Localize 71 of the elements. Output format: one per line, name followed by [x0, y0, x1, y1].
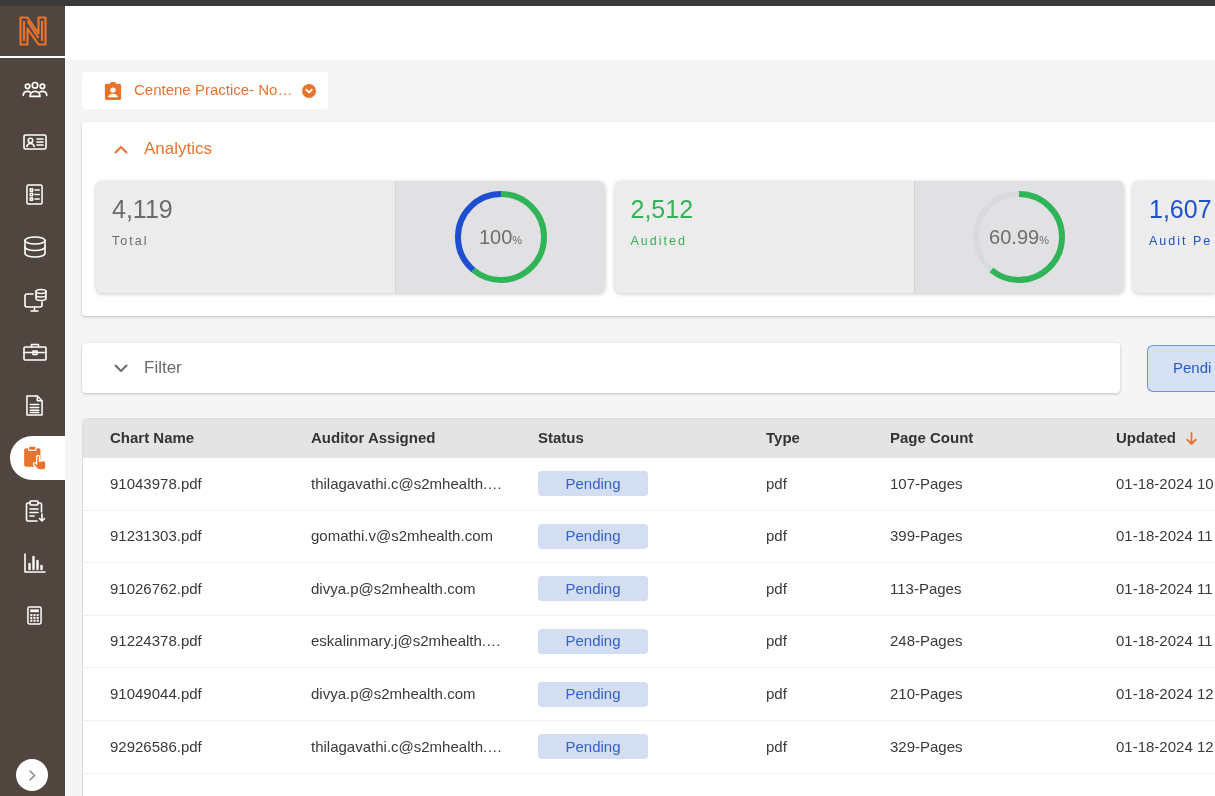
stat-value: 4,119 [112, 194, 173, 224]
column-header[interactable]: Updated [1116, 427, 1197, 450]
table-cell-text: 01-18-2024 11 [1116, 526, 1213, 547]
column-header[interactable]: Type [766, 427, 800, 450]
table-cell-text: 399-Pages [890, 526, 963, 547]
table-cell-text: 01-18-2024 10 [1116, 473, 1214, 494]
bar-chart-icon [23, 553, 46, 574]
column-header[interactable]: Page Count [890, 427, 974, 450]
column-header[interactable]: Chart Name [110, 427, 195, 450]
status-badge: Pending [538, 471, 648, 497]
database-icon [23, 236, 46, 259]
id-card-icon [22, 133, 47, 150]
chevron-up-icon [114, 144, 128, 154]
table-cell-text: gomathi.v@s2mhealth.com [311, 526, 493, 547]
checklist-icon [26, 183, 43, 205]
chevron-right-icon [28, 769, 36, 781]
table-cell-text: thilagavathi.c@s2mhealth.… [311, 736, 503, 757]
table-cell-text: pdf [766, 736, 787, 757]
briefcase-icon [22, 343, 47, 362]
table-cell-text: 91224378.pdf [110, 631, 202, 652]
status-filter-button[interactable]: Pendi [1147, 344, 1215, 392]
table-cell-text: divya.p@s2mhealth.com [311, 683, 476, 704]
filter-bar[interactable]: Filter [82, 343, 1120, 393]
percent-reading: 100% [478, 225, 523, 250]
table-cell-text: 91043978.pdf [110, 473, 202, 494]
clipboard-hand-icon [22, 444, 47, 471]
table-cell-text: 107-Pages [890, 473, 963, 494]
percent-reading: 60.99% [989, 225, 1049, 250]
stat-value: 2,512 [630, 194, 694, 224]
status-badge: Pending [538, 576, 648, 602]
stat-label: Audit Pe [1149, 234, 1213, 249]
column-header[interactable]: Auditor Assigned [311, 427, 436, 450]
table-cell-text: 01-18-2024 11 [1116, 631, 1213, 652]
clipboard-download-icon [23, 499, 46, 522]
table-cell-text: divya.p@s2mhealth.com [311, 578, 476, 599]
table-cell-text: 91049044.pdf [110, 683, 202, 704]
status-badge: Pending [538, 681, 648, 707]
table-cell-text: 91231303.pdf [110, 526, 202, 547]
stat-label: Total [112, 234, 149, 249]
status-badge: Pending [538, 734, 648, 760]
table-cell-text: pdf [766, 526, 787, 547]
table-cell-text: 113-Pages [890, 578, 962, 599]
badge-icon [104, 80, 122, 101]
table-cell-text: thilagavathi.c@s2mhealth.… [311, 473, 503, 494]
monitor-database-icon [22, 287, 47, 312]
stat-label: Audited [630, 234, 687, 249]
table-cell-text: 01-18-2024 12 [1116, 736, 1214, 757]
logo-icon [18, 16, 47, 46]
table-cell-text: 92926586.pdf [110, 736, 202, 757]
table-cell-text: 329-Pages [890, 736, 963, 757]
stat-value: 1,607 [1149, 194, 1212, 224]
chevron-down-circle-icon [302, 83, 317, 98]
table-cell-text: 91026762.pdf [110, 578, 202, 599]
calculator-icon [27, 606, 42, 626]
table-cell-text: 01-18-2024 11 [1116, 578, 1213, 599]
table-cell-text: 01-18-2024 12 [1116, 683, 1214, 704]
table-cell-text: 248-Pages [890, 631, 963, 652]
chevron-down-icon [114, 363, 128, 373]
people-group-icon [21, 80, 48, 98]
table-cell-text: pdf [766, 473, 787, 494]
document-icon [26, 394, 43, 416]
table-cell-text: pdf [766, 683, 787, 704]
table-cell-text: 210-Pages [890, 683, 963, 704]
sidebar-item[interactable] [10, 435, 65, 480]
table-cell-text: pdf [766, 631, 787, 652]
status-badge: Pending [538, 629, 648, 655]
column-header[interactable]: Status [538, 427, 584, 450]
expand-sidebar-button[interactable] [16, 759, 48, 791]
table-cell-text: eskalinmary.j@s2mhealth.… [311, 631, 501, 652]
table-cell-text: pdf [766, 578, 787, 599]
status-badge: Pending [538, 523, 648, 549]
